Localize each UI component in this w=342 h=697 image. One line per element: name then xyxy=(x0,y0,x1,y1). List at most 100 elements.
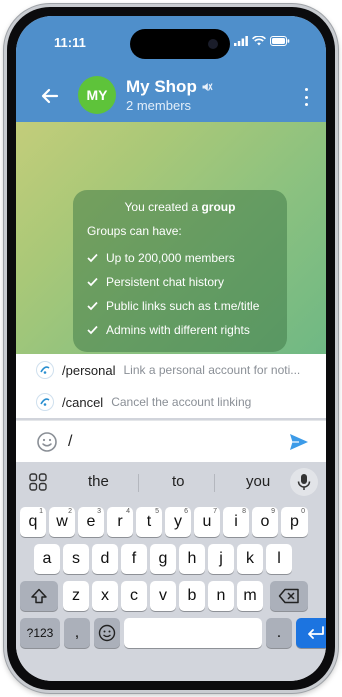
suggestion-word[interactable]: the xyxy=(88,473,109,490)
chat-subtitle: 2 members xyxy=(126,98,192,113)
more-menu-button[interactable] xyxy=(296,86,316,108)
status-time: 11:11 xyxy=(54,35,86,50)
feature-text: Public links such as t.me/title xyxy=(106,299,260,313)
suggestion-word[interactable]: you xyxy=(246,473,270,490)
key-j[interactable]: j xyxy=(208,544,234,574)
service-message-title: You created a group xyxy=(87,200,273,214)
keyboard-menu-button[interactable] xyxy=(28,472,48,492)
emoji-key[interactable] xyxy=(94,618,120,648)
key-u[interactable]: u7 xyxy=(194,507,220,537)
check-icon xyxy=(87,325,98,335)
key-hint: 5 xyxy=(155,508,159,515)
key-v[interactable]: v xyxy=(150,581,176,611)
check-icon xyxy=(87,253,98,263)
command-description: Cancel the account linking xyxy=(111,395,252,409)
key-hint: 1 xyxy=(39,508,43,515)
command-item-cancel[interactable]: /cancel Cancel the account linking xyxy=(16,386,326,418)
bot-logo-mark xyxy=(40,398,50,406)
key-e[interactable]: e3 xyxy=(78,507,104,537)
voice-input-button[interactable] xyxy=(290,468,318,496)
shift-key[interactable] xyxy=(20,581,58,611)
suggestion-divider xyxy=(138,474,139,492)
command-description: Link a personal account for noti... xyxy=(123,363,301,377)
microphone-icon xyxy=(297,474,311,490)
avatar-initials: MY xyxy=(86,87,108,103)
suggestion-divider xyxy=(214,474,215,492)
command-name: /cancel xyxy=(62,394,104,410)
key-hint: 4 xyxy=(126,508,130,515)
key-row-3: z x c v b n m xyxy=(16,581,326,611)
key-row-2: a s d f g h j k l xyxy=(16,544,326,574)
key-hint: 7 xyxy=(213,508,217,515)
key-label: t xyxy=(146,513,152,530)
key-m[interactable]: m xyxy=(237,581,263,611)
dot xyxy=(304,103,308,106)
key-y[interactable]: y6 xyxy=(165,507,191,537)
key-i[interactable]: i8 xyxy=(223,507,249,537)
symbols-key[interactable]: ?123 xyxy=(20,618,60,648)
key-label: p xyxy=(290,513,299,530)
command-name: /personal xyxy=(62,362,116,378)
check-icon xyxy=(87,277,98,287)
key-hint: 3 xyxy=(97,508,101,515)
status-icons xyxy=(234,36,290,46)
key-x[interactable]: x xyxy=(92,581,118,611)
dynamic-island xyxy=(130,29,230,59)
key-row-4: ?123 , . xyxy=(16,618,326,648)
key-a[interactable]: a xyxy=(34,544,60,574)
key-label: i xyxy=(234,513,238,530)
camera-icon xyxy=(208,39,218,49)
bot-logo-icon xyxy=(36,393,54,411)
key-d[interactable]: d xyxy=(92,544,118,574)
phone-bezel: 11:11 MY My Shop 2 members You created a… xyxy=(7,7,335,690)
key-p[interactable]: p0 xyxy=(281,507,308,537)
key-l[interactable]: l xyxy=(266,544,292,574)
command-item-personal[interactable]: /personal Link a personal account for no… xyxy=(16,354,326,386)
suggestion-strip: the to you xyxy=(16,462,326,502)
key-w[interactable]: w2 xyxy=(49,507,75,537)
battery-icon xyxy=(270,36,290,46)
key-h[interactable]: h xyxy=(179,544,205,574)
key-b[interactable]: b xyxy=(179,581,205,611)
key-t[interactable]: t5 xyxy=(136,507,162,537)
key-hint: 0 xyxy=(301,508,305,515)
feature-item: Admins with different rights xyxy=(87,318,273,342)
key-n[interactable]: n xyxy=(208,581,234,611)
period-key[interactable]: . xyxy=(266,618,292,648)
key-r[interactable]: r4 xyxy=(107,507,133,537)
key-f[interactable]: f xyxy=(121,544,147,574)
key-g[interactable]: g xyxy=(150,544,176,574)
space-key[interactable] xyxy=(124,618,262,648)
feature-list: Up to 200,000 members Persistent chat hi… xyxy=(87,246,273,342)
key-hint: 9 xyxy=(271,508,275,515)
key-hint: 8 xyxy=(242,508,246,515)
send-icon xyxy=(290,434,308,450)
key-k[interactable]: k xyxy=(237,544,263,574)
feature-item: Persistent chat history xyxy=(87,270,273,294)
grid-icon xyxy=(29,473,47,491)
key-o[interactable]: o9 xyxy=(252,507,278,537)
phone-screen: 11:11 MY My Shop 2 members You created a… xyxy=(16,16,326,681)
bot-logo-icon xyxy=(36,361,54,379)
key-z[interactable]: z xyxy=(63,581,89,611)
send-button[interactable] xyxy=(288,431,310,453)
muted-icon xyxy=(202,83,213,91)
chat-title-text: My Shop xyxy=(126,77,197,96)
group-avatar[interactable]: MY xyxy=(78,76,116,114)
backspace-key[interactable] xyxy=(270,581,308,611)
enter-key[interactable] xyxy=(296,618,326,648)
suggestion-word[interactable]: to xyxy=(172,473,185,490)
chat-area[interactable]: You created a group Groups can have: Up … xyxy=(16,122,326,354)
chat-title[interactable]: My Shop xyxy=(126,77,213,97)
chat-header: 11:11 MY My Shop 2 members xyxy=(16,16,326,122)
enter-icon xyxy=(308,626,324,639)
comma-key[interactable]: , xyxy=(64,618,90,648)
key-q[interactable]: q1 xyxy=(20,507,46,537)
emoji-button[interactable] xyxy=(36,431,58,453)
key-label: u xyxy=(202,513,212,530)
service-message-intro: Groups can have: xyxy=(87,224,182,238)
back-button[interactable] xyxy=(38,84,62,108)
message-input[interactable] xyxy=(68,429,288,455)
key-s[interactable]: s xyxy=(63,544,89,574)
key-c[interactable]: c xyxy=(121,581,147,611)
